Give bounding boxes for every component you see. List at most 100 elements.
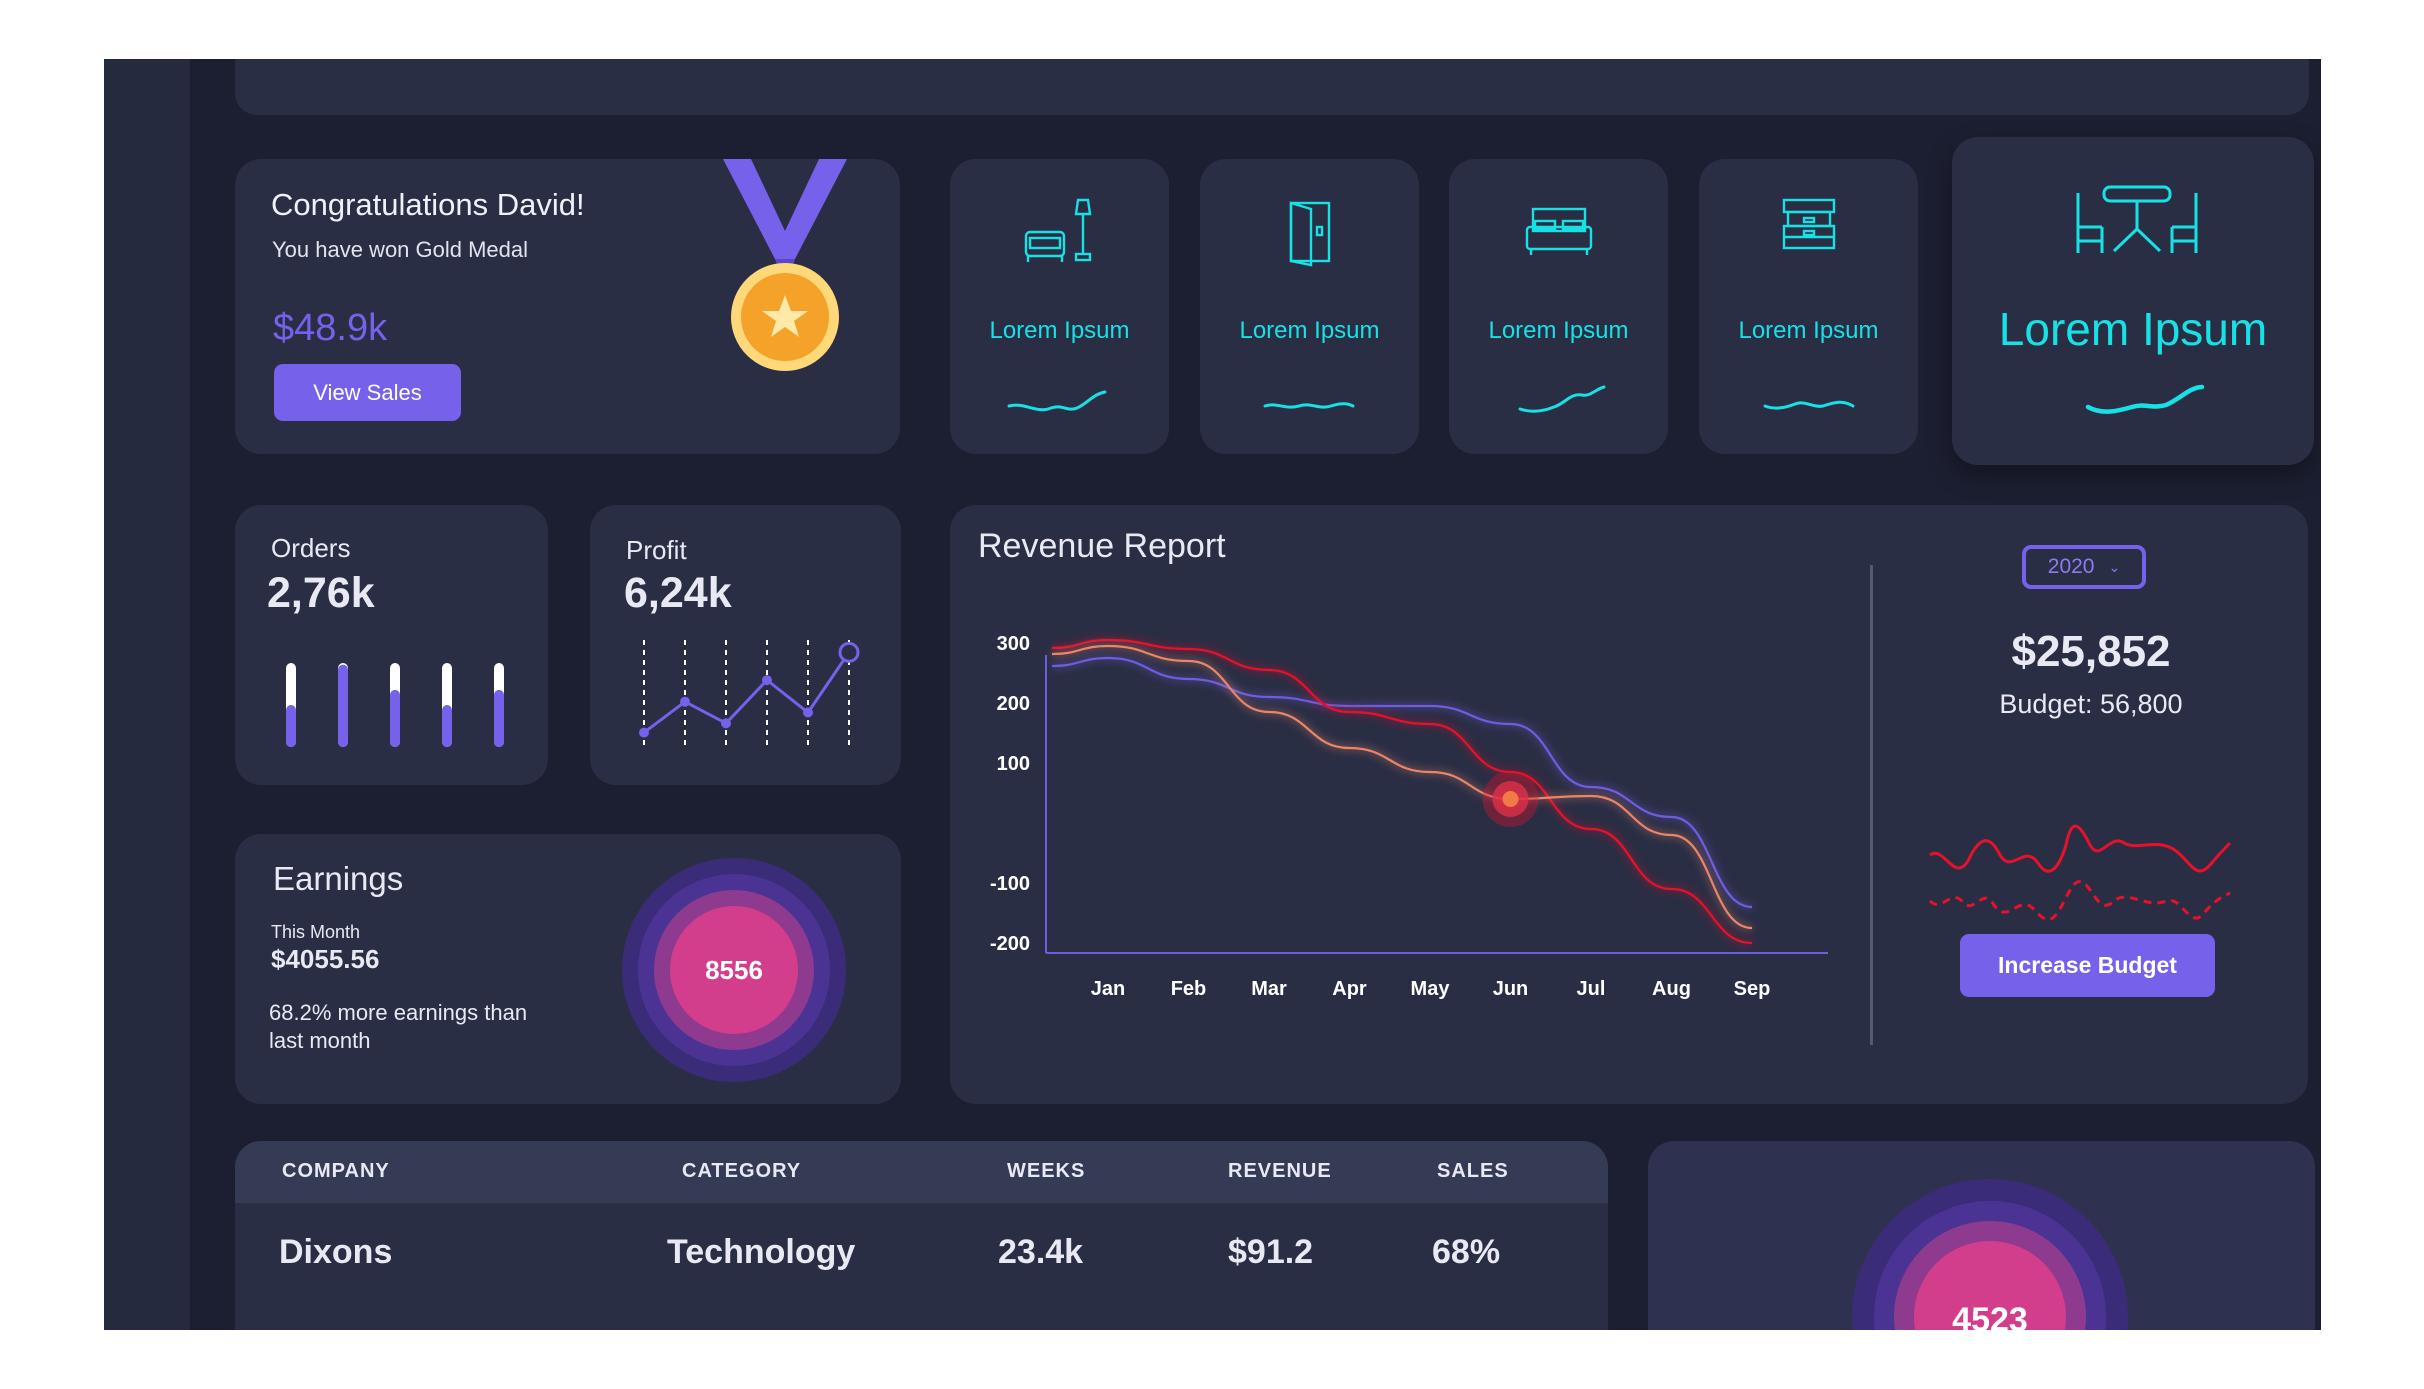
gold-medal-icon: [723, 159, 847, 371]
dining-table-icon: [2076, 185, 2198, 253]
category-card-4[interactable]: Lorem Ipsum: [1699, 159, 1918, 454]
cell-company: Dixons: [279, 1233, 393, 1271]
profit-card: Profit 6,24k: [590, 505, 901, 785]
x-tick-label: Apr: [1332, 978, 1367, 1000]
x-tick-label: Jul: [1577, 978, 1606, 1000]
profit-point: [639, 727, 649, 738]
earnings-note: 68.2% more earnings than last month: [269, 1000, 528, 1053]
sparkline-3: [1518, 385, 1606, 413]
x-tick-label: Mar: [1251, 978, 1287, 1000]
x-tick-label: May: [1411, 978, 1451, 1000]
x-tick-label: Sep: [1734, 978, 1771, 1000]
cell-revenue: $91.2: [1228, 1233, 1314, 1271]
header-sales: SALES: [1437, 1160, 1509, 1182]
profit-title: Profit: [626, 535, 687, 565]
revenue-series-glow: [1051, 636, 1753, 946]
revenue-divider: [1870, 565, 1873, 1045]
category-card-5[interactable]: Lorem Ipsum: [1952, 137, 2314, 465]
x-tick-label: Aug: [1652, 978, 1691, 1000]
sparkline-4: [1763, 400, 1855, 410]
revenue-series-line: [1051, 638, 1753, 945]
revenue-budget: Budget: 56,800: [1999, 689, 2183, 719]
earnings-amount: $4055.56: [271, 944, 380, 974]
orders-title: Orders: [271, 533, 351, 563]
y-tick-label: 300: [997, 633, 1030, 655]
cell-weeks: 23.4k: [998, 1233, 1084, 1271]
category-card-1[interactable]: Lorem Ipsum: [950, 159, 1169, 454]
category-label-2: Lorem Ipsum: [1239, 317, 1380, 344]
bottom-donut-card: 4523: [1648, 1141, 2315, 1330]
category-label-1: Lorem Ipsum: [989, 317, 1130, 344]
header-category: CATEGORY: [682, 1160, 802, 1182]
cell-category: Technology: [667, 1233, 856, 1271]
y-tick-label: -100: [990, 873, 1030, 895]
profit-point: [838, 641, 860, 663]
congrats-amount: $48.9k: [273, 307, 388, 349]
earnings-period: This Month: [271, 922, 361, 942]
profit-point: [762, 675, 772, 686]
bottom-donut-value: 4523: [1952, 1301, 2028, 1330]
header-revenue: REVENUE: [1228, 1160, 1332, 1182]
header-weeks: WEEKS: [1007, 1160, 1086, 1182]
increase-budget-button[interactable]: Increase Budget: [1960, 934, 2215, 997]
earnings-card: Earnings This Month $4055.56 68.2% more …: [235, 834, 901, 1104]
drawer-icon: [1782, 198, 1836, 250]
orders-value: 2,76k: [267, 569, 375, 617]
view-sales-button[interactable]: View Sales: [274, 364, 461, 421]
y-tick-label: 100: [997, 753, 1030, 775]
header-company: COMPANY: [282, 1160, 390, 1182]
table-header-row: [235, 1141, 1608, 1203]
sparkline-1: [1007, 390, 1107, 412]
category-label-5: Lorem Ipsum: [1998, 303, 2268, 355]
revenue-series-line: [1051, 644, 1753, 930]
profit-line-chart: [639, 640, 860, 748]
revenue-series-line: [1051, 656, 1753, 909]
revenue-total: $25,852: [2011, 627, 2171, 676]
congrats-card: Congratulations David! You have won Gold…: [235, 159, 900, 454]
year-select-value: 2020: [2047, 555, 2095, 578]
profit-point: [803, 707, 813, 718]
order-bar-fill: [494, 689, 504, 747]
y-tick-label: -200: [990, 933, 1030, 955]
congrats-title: Congratulations David!: [271, 187, 585, 222]
orders-card: Orders 2,76k: [235, 505, 548, 785]
order-bar-fill: [390, 689, 400, 747]
congrats-subtitle: You have won Gold Medal: [272, 237, 529, 262]
category-card-2[interactable]: Lorem Ipsum: [1200, 159, 1419, 454]
profit-point: [680, 696, 690, 707]
order-bar-fill: [442, 705, 452, 747]
living-room-icon: [1024, 198, 1092, 262]
earnings-donut-value: 8556: [705, 955, 763, 985]
bed-icon: [1525, 207, 1593, 255]
profit-point: [721, 718, 731, 729]
revenue-line-chart: 300 200 100 -100 -200 Jan Feb Mar Apr May Jun Jul Au…: [990, 633, 1828, 1000]
highlight-point: [1502, 791, 1519, 807]
x-tick-label: Jan: [1091, 978, 1125, 1000]
profit-line: [643, 651, 851, 734]
door-icon: [1289, 201, 1331, 267]
x-tick-label: Feb: [1171, 978, 1207, 1000]
x-tick-label: Jun: [1493, 978, 1529, 1000]
company-table: COMPANY CATEGORY WEEKS REVENUE SALES Dix…: [235, 1141, 1608, 1330]
order-bar-fill: [338, 664, 348, 747]
year-select[interactable]: 2020 ⌄: [2022, 545, 2146, 589]
orders-bar-chart: [286, 663, 504, 747]
sparkline-5: [2085, 384, 2205, 414]
dashboard-frame: Congratulations David! You have won Gold…: [104, 59, 2321, 1330]
category-card-3[interactable]: Lorem Ipsum: [1449, 159, 1668, 454]
budget-sparklines: [1928, 824, 2232, 921]
top-bar: [235, 59, 2309, 115]
category-label-3: Lorem Ipsum: [1488, 317, 1629, 344]
sparkline-2: [1263, 402, 1355, 409]
sidebar: [104, 59, 190, 1330]
order-bar-fill: [286, 705, 296, 747]
revenue-series-glow: [1051, 642, 1753, 931]
earnings-title: Earnings: [273, 860, 404, 897]
revenue-card: Revenue Report 300 200 100 -100 -200 Jan Feb Ma…: [950, 505, 2308, 1104]
cell-sales: 68%: [1432, 1233, 1501, 1271]
profit-value: 6,24k: [624, 569, 732, 617]
chevron-down-icon: ⌄: [2108, 558, 2121, 575]
y-tick-label: 200: [997, 693, 1030, 715]
revenue-series-glow: [1051, 654, 1753, 910]
category-label-4: Lorem Ipsum: [1738, 317, 1879, 344]
